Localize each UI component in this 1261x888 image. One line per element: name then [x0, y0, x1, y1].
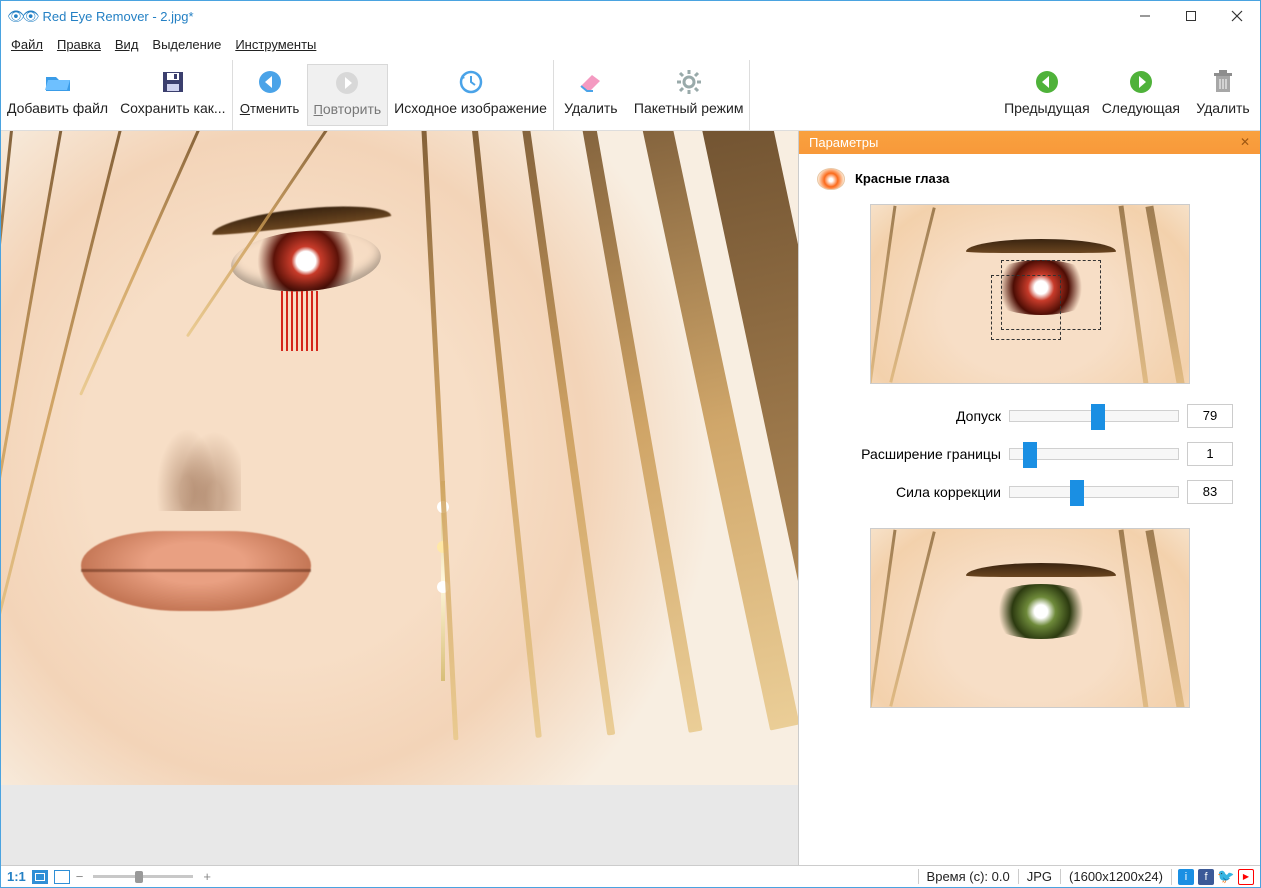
main-area: Параметры ✕ Красные глаза Допуск: [1, 131, 1260, 866]
statusbar: 1:1 − + Время (с): 0.0 JPG (1600x1200x24…: [1, 865, 1260, 887]
maximize-button[interactable]: [1168, 1, 1214, 31]
status-time: Время (с): 0.0: [918, 869, 1018, 884]
tolerance-slider[interactable]: [1009, 410, 1179, 422]
expand-row: Расширение границы 1: [811, 442, 1248, 466]
red-eye-icon: [817, 168, 845, 190]
menu-tools[interactable]: Инструменты: [235, 37, 316, 52]
arrow-right-icon: [334, 69, 360, 97]
window-title: Red Eye Remover - 2.jpg*: [43, 9, 194, 24]
circle-arrow-left-icon: [1034, 68, 1060, 96]
menu-edit[interactable]: Правка: [57, 37, 101, 52]
menu-view[interactable]: Вид: [115, 37, 139, 52]
preview-after: [870, 528, 1190, 708]
status-dimensions: (1600x1200x24): [1060, 869, 1171, 884]
fit-window-icon[interactable]: [54, 870, 70, 884]
strength-row: Сила коррекции 83: [811, 480, 1248, 504]
folder-open-icon: [44, 68, 72, 96]
youtube-icon[interactable]: ▶: [1238, 869, 1254, 885]
gear-icon: [676, 68, 702, 96]
titlebar: 👁👁 Red Eye Remover - 2.jpg*: [1, 1, 1260, 31]
zoom-slider[interactable]: [93, 875, 193, 878]
canvas-padding: [1, 785, 798, 865]
save-as-button[interactable]: Сохранить как...: [114, 64, 231, 126]
circle-arrow-right-icon: [1128, 68, 1154, 96]
menubar: Файл Правка Вид Выделение Инструменты: [1, 31, 1260, 60]
history-icon: [458, 68, 484, 96]
menu-file[interactable]: Файл: [11, 37, 43, 52]
expand-label: Расширение границы: [811, 446, 1001, 462]
previous-button[interactable]: Предыдущая: [998, 64, 1096, 126]
app-icon: 👁👁: [7, 8, 37, 25]
canvas-pane: [1, 131, 798, 866]
panel-header: Параметры ✕: [799, 131, 1260, 154]
panel-header-title: Параметры: [809, 135, 878, 150]
arrow-left-icon: [257, 68, 283, 96]
menu-selection[interactable]: Выделение: [152, 37, 221, 52]
twitter-icon[interactable]: 🐦: [1218, 869, 1234, 885]
panel-close-icon[interactable]: ✕: [1240, 135, 1250, 149]
strength-value[interactable]: 83: [1187, 480, 1233, 504]
status-format: JPG: [1018, 869, 1060, 884]
eraser-icon: [578, 68, 604, 96]
image-canvas[interactable]: [1, 131, 798, 786]
expand-value[interactable]: 1: [1187, 442, 1233, 466]
save-icon: [161, 68, 185, 96]
image-content: [1, 131, 798, 786]
next-button[interactable]: Следующая: [1096, 64, 1186, 126]
parameters-panel: Параметры ✕ Красные глаза Допуск: [798, 131, 1260, 866]
redo-button[interactable]: Повторить: [307, 64, 389, 126]
delete-button[interactable]: Удалить: [554, 64, 628, 126]
strength-slider[interactable]: [1009, 486, 1179, 498]
toolbar: Добавить файл Сохранить как... Отменить …: [1, 60, 1260, 131]
zoom-label[interactable]: 1:1: [7, 869, 26, 884]
original-image-button[interactable]: Исходное изображение: [388, 64, 553, 126]
zoom-in-icon[interactable]: +: [203, 869, 211, 884]
undo-button[interactable]: Отменить: [233, 64, 307, 126]
facebook-icon[interactable]: f: [1198, 869, 1214, 885]
batch-mode-button[interactable]: Пакетный режим: [628, 64, 750, 126]
zoom-out-icon[interactable]: −: [76, 869, 84, 884]
trash-icon: [1212, 68, 1234, 96]
tolerance-value[interactable]: 79: [1187, 404, 1233, 428]
panel-title: Красные глаза: [811, 168, 1248, 190]
expand-slider[interactable]: [1009, 448, 1179, 460]
remove-button[interactable]: Удалить: [1186, 64, 1260, 126]
tolerance-row: Допуск 79: [811, 404, 1248, 428]
fit-screen-icon[interactable]: [32, 870, 48, 884]
minimize-button[interactable]: [1122, 1, 1168, 31]
strength-label: Сила коррекции: [811, 484, 1001, 500]
preview-before: [870, 204, 1190, 384]
tolerance-label: Допуск: [811, 408, 1001, 424]
add-file-button[interactable]: Добавить файл: [1, 64, 114, 126]
info-icon[interactable]: i: [1178, 869, 1194, 885]
close-button[interactable]: [1214, 1, 1260, 31]
